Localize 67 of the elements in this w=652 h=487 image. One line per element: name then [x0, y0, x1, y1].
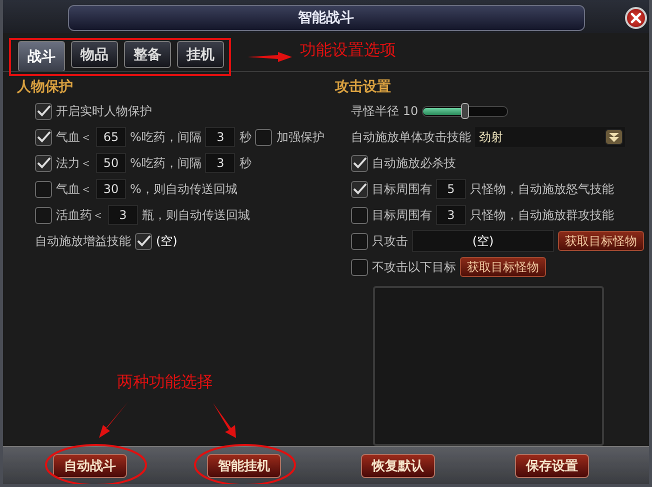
- option-label: %，则自动传送回城: [130, 180, 238, 198]
- action-button[interactable]: 智能挂机: [207, 454, 281, 478]
- skill-slot: (空): [156, 232, 178, 250]
- get-target-button[interactable]: 获取目标怪物: [558, 231, 644, 252]
- close-button[interactable]: [625, 7, 647, 29]
- checkbox[interactable]: [351, 154, 368, 172]
- get-target-button[interactable]: 获取目标怪物: [460, 257, 546, 278]
- checkbox[interactable]: [35, 180, 52, 198]
- checkbox[interactable]: [351, 258, 368, 276]
- option-label: %吃药，间隔: [130, 128, 202, 146]
- option-label: 只攻击: [372, 232, 408, 250]
- checkbox[interactable]: [255, 128, 272, 146]
- checkbox[interactable]: [35, 102, 52, 120]
- annotation-arrow: [213, 403, 236, 438]
- checkbox[interactable]: [35, 154, 52, 172]
- checkbox[interactable]: [351, 180, 368, 198]
- option-label: 秒: [239, 128, 252, 146]
- action-button[interactable]: 恢复默认: [361, 454, 435, 478]
- slider-track[interactable]: [422, 106, 508, 117]
- window-title: 智能战斗: [298, 9, 354, 28]
- option-label: 寻怪半径 10: [351, 102, 418, 120]
- annotation-arrow: [99, 402, 128, 438]
- number-field[interactable]: 65: [96, 127, 126, 148]
- option-label: 自动施放单体攻击技能: [351, 128, 471, 146]
- number-field[interactable]: 3: [205, 153, 236, 174]
- number-field[interactable]: 3: [205, 127, 236, 148]
- dropdown-value: 劲射: [479, 128, 503, 146]
- checkbox[interactable]: [351, 232, 368, 250]
- action-button[interactable]: 自动战斗: [53, 454, 127, 478]
- tab[interactable]: 整备: [124, 41, 171, 68]
- option-label: %吃药，间隔: [130, 154, 202, 172]
- option-label: 自动施放必杀技: [372, 154, 456, 172]
- number-field[interactable]: 50: [96, 153, 126, 174]
- checkbox[interactable]: [35, 206, 52, 224]
- section-title: 攻击设置: [335, 78, 392, 98]
- option-label: 法力＜: [56, 154, 92, 172]
- annotation-text: 两种功能选择: [117, 372, 213, 393]
- target-field[interactable]: (空): [412, 230, 554, 252]
- checkbox[interactable]: [35, 128, 52, 146]
- checkbox[interactable]: [135, 232, 152, 250]
- option-label: 不攻击以下目标: [372, 258, 456, 276]
- option-label: 气血＜: [56, 128, 92, 146]
- option-label: 瓶，则自动传送回城: [142, 206, 250, 224]
- number-field[interactable]: 5: [436, 179, 466, 200]
- number-field[interactable]: 30: [96, 179, 126, 200]
- option-label: 只怪物，自动施放群攻技能: [470, 206, 614, 224]
- option-label: 自动施放增益技能: [35, 232, 131, 250]
- close-icon: [630, 12, 642, 24]
- option-label: 秒: [239, 154, 252, 172]
- option-label: 目标周围有: [372, 180, 432, 198]
- tab[interactable]: 挂机: [177, 41, 224, 68]
- option-label: 气血＜: [56, 180, 92, 198]
- option-label: 加强保护: [276, 128, 324, 146]
- option-label: 活血药＜: [56, 206, 104, 224]
- number-field[interactable]: 3: [108, 205, 138, 226]
- section-title: 人物保护: [17, 78, 74, 98]
- option-label: 开启实时人物保护: [56, 102, 152, 120]
- tab[interactable]: 战斗: [18, 41, 65, 72]
- option-label: 目标周围有: [372, 206, 432, 224]
- tab[interactable]: 物品: [71, 41, 118, 68]
- skill-dropdown[interactable]: 劲射: [475, 127, 625, 148]
- number-field[interactable]: 3: [436, 205, 466, 226]
- annotation-text: 功能设置选项: [300, 40, 396, 61]
- option-label: 只怪物，自动施放怒气技能: [470, 180, 614, 198]
- action-button[interactable]: 保存设置: [515, 454, 589, 478]
- slider-thumb[interactable]: [461, 102, 470, 119]
- checkbox[interactable]: [351, 206, 368, 224]
